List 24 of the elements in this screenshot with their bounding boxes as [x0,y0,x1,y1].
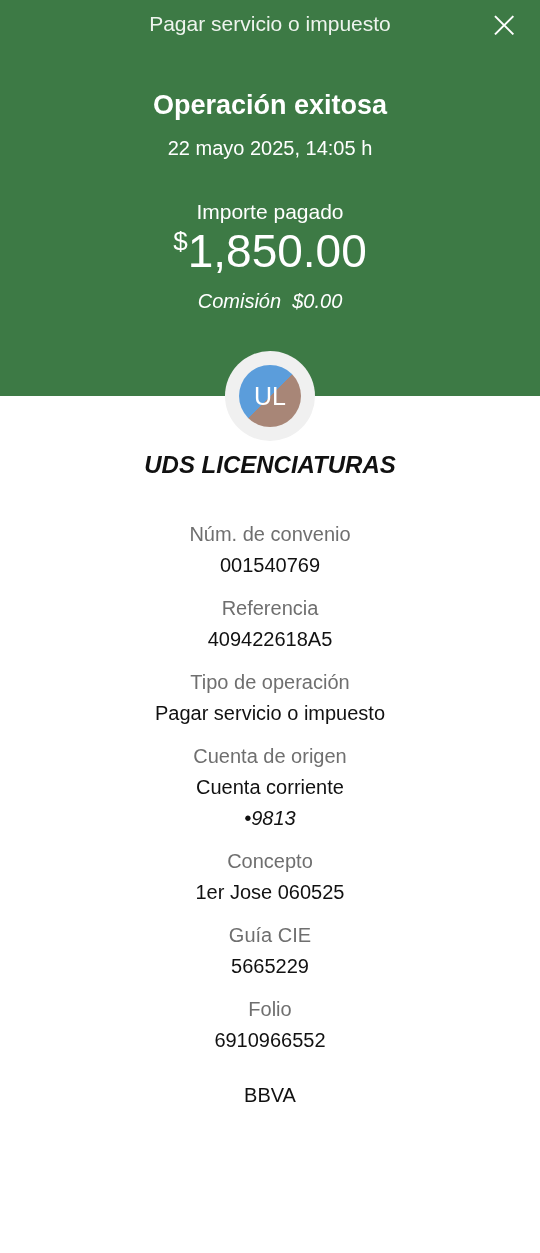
date-text: 22 mayo 2025, 14:05 h [167,137,373,160]
detail-value: Pagar servicio o impuesto [154,702,386,725]
detail-value: 1er Jose 060525 [195,881,345,904]
detail-value: Cuenta corriente [196,776,344,799]
detail-label: Núm. de convenio [189,523,351,546]
detail-label: Referencia [221,597,319,620]
detail-label: Guía CIE [228,924,312,947]
detail-label: Cuenta de origen [193,745,347,768]
amount-text: $^{$}$1,850.00 [173,226,367,276]
screen-title: Pagar servicio o impuesto [149,12,391,36]
detail-value: 001540769 [219,554,321,577]
account-number: •9813 [244,807,296,830]
detail-label: Tipo de operación [190,671,350,694]
commission-text: Comisión $0.00 [197,290,343,313]
detail-value: 5665229 [231,955,309,978]
bank-name: BBVA [243,1084,297,1107]
status-heading: Operación exitosa [152,90,388,121]
detail-label: Folio [248,998,292,1021]
close-button[interactable]: × [488,6,520,42]
detail-value: 6910966552 [214,1029,326,1052]
detail-value: 409422618A5 [207,628,333,651]
payee-name: UDS LICENCIATURAS [143,451,397,479]
amount-label: Importe pagado [196,200,344,224]
detail-label: Concepto [227,850,313,873]
